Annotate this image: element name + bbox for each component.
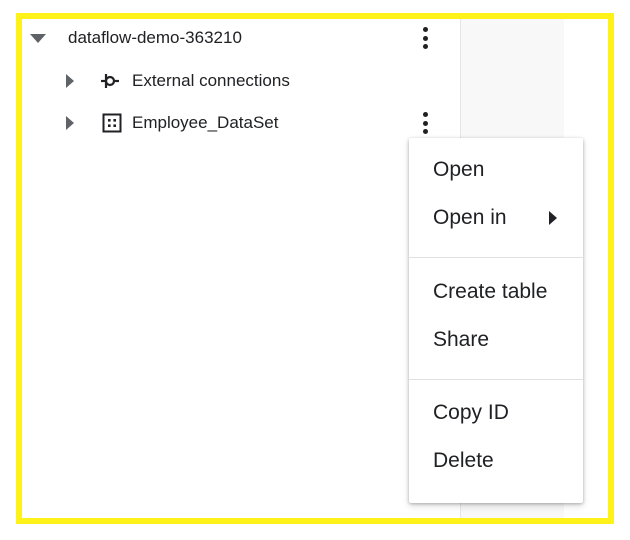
dataset-more-actions-icon[interactable] [419, 112, 431, 134]
project-more-actions-icon[interactable] [419, 27, 431, 49]
menu-item-label: Open [433, 158, 485, 181]
menu-divider [409, 257, 583, 258]
tree-row-dataset[interactable]: Employee_DataSet [22, 108, 452, 138]
menu-item-open-in[interactable]: Open in [409, 196, 583, 240]
menu-item-open[interactable]: Open [409, 148, 583, 192]
external-connection-icon [101, 74, 119, 88]
menu-item-label: Share [433, 328, 490, 351]
submenu-arrow-icon [549, 211, 557, 225]
context-menu: Open Open in Create table Share Copy ID … [409, 138, 583, 503]
tree-item-label: External connections [132, 71, 290, 90]
menu-item-create-table[interactable]: Create table [409, 270, 583, 314]
menu-item-delete[interactable]: Delete [409, 439, 583, 483]
tree-row-project[interactable]: dataflow-demo-363210 [22, 23, 452, 53]
menu-divider [409, 379, 583, 380]
tree-row-external-connections[interactable]: External connections [22, 66, 452, 96]
dataset-icon [102, 113, 122, 133]
project-name: dataflow-demo-363210 [68, 28, 242, 47]
expand-collapse-icon[interactable] [30, 34, 46, 43]
menu-item-share[interactable]: Share [409, 318, 583, 362]
expand-arrow-icon[interactable] [66, 74, 74, 88]
expand-arrow-icon[interactable] [66, 116, 74, 130]
tree-item-label: Employee_DataSet [132, 113, 279, 132]
menu-item-label: Open in [433, 206, 507, 229]
highlight-frame: dataflow-demo-363210 External connection… [16, 13, 614, 524]
menu-item-label: Copy ID [433, 401, 509, 424]
menu-item-label: Create table [433, 280, 548, 303]
menu-item-copy-id[interactable]: Copy ID [409, 391, 583, 435]
menu-item-label: Delete [433, 449, 494, 472]
